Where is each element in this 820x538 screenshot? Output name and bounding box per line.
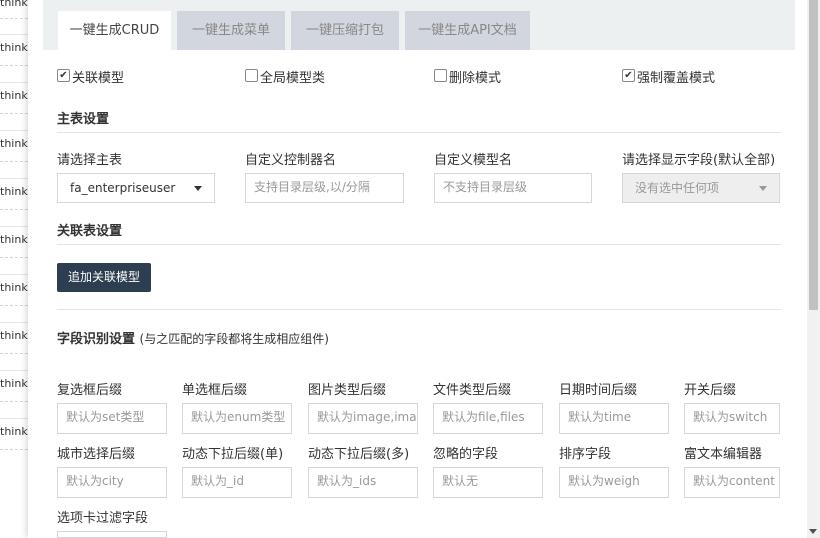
field-label: 忽略的字段 <box>433 447 499 462</box>
model-name-label: 自定义模型名 <box>434 153 513 168</box>
field-settings-subtitle: (与之匹配的字段都将生成相应组件) <box>139 332 329 346</box>
field-label: 复选框后缀 <box>57 383 123 398</box>
tab-package[interactable]: 一键压缩打包 <box>291 11 399 50</box>
main-table-value: fa_enterpriseuser <box>70 181 176 195</box>
add-relation-model-button[interactable]: 追加关联模型 <box>57 263 151 292</box>
background-item: think <box>0 377 28 390</box>
field-input[interactable]: 默认为content <box>684 467 780 498</box>
force-overwrite-checkbox[interactable]: ✔ <box>622 69 635 82</box>
background-divider <box>0 305 28 306</box>
background-divider <box>0 34 28 35</box>
chevron-down-icon <box>194 186 202 191</box>
field-input[interactable]: 默认为_ids <box>308 467 418 498</box>
scroll-down-arrow-icon[interactable] <box>809 529 817 534</box>
background-divider <box>0 370 28 371</box>
field-label: 单选框后缀 <box>182 383 248 398</box>
tab-api-docs[interactable]: 一键生成API文档 <box>405 11 530 50</box>
field-input[interactable]: 默认为switch <box>684 403 780 434</box>
relation-model-label: 关联模型 <box>72 71 125 86</box>
field-label: 选项卡过滤字段 <box>57 511 149 526</box>
field-input[interactable]: 默认为city <box>57 467 167 498</box>
background-page: think think think think think think thin… <box>0 0 29 538</box>
delete-mode-label: 删除模式 <box>449 71 502 86</box>
background-divider <box>0 353 28 354</box>
field-input[interactable]: 默认为set类型 <box>57 403 167 434</box>
field-input[interactable]: 默认为file,files <box>433 403 543 434</box>
field-settings-title: 字段识别设置 (与之匹配的字段都将生成相应组件) <box>57 328 329 347</box>
relation-model-checkbox[interactable]: ✔ <box>57 69 70 82</box>
field-input[interactable]: 默认无 <box>433 467 543 498</box>
field-label: 城市选择后缀 <box>57 447 136 462</box>
divider <box>57 132 781 133</box>
background-divider <box>0 113 28 114</box>
background-item: think <box>0 41 28 54</box>
crud-modal: 一键生成CRUD 一键生成菜单 一键压缩打包 一键生成API文档 ✔ 关联模型 … <box>28 0 807 538</box>
background-item: think <box>0 425 28 438</box>
main-table-select[interactable]: fa_enterpriseuser <box>57 173 215 203</box>
background-item: think <box>0 281 28 294</box>
background-item: think <box>0 233 28 246</box>
chevron-down-icon <box>759 186 767 191</box>
field-input[interactable] <box>57 531 167 538</box>
background-item: think <box>0 137 28 150</box>
field-input[interactable]: 默认为image,images <box>308 403 418 434</box>
background-divider <box>0 161 28 162</box>
global-model-checkbox[interactable] <box>245 69 258 82</box>
background-divider <box>0 274 28 275</box>
background-divider <box>0 65 28 66</box>
divider <box>57 309 781 310</box>
background-divider <box>0 257 28 258</box>
field-input[interactable]: 默认为time <box>559 403 669 434</box>
field-input[interactable]: 默认为weigh <box>559 467 669 498</box>
background-divider <box>0 18 28 19</box>
model-name-input[interactable]: 不支持目录层级 <box>434 173 592 203</box>
background-item: think <box>0 0 28 9</box>
background-divider <box>0 130 28 131</box>
background-divider <box>0 418 28 419</box>
field-label: 动态下拉后缀(多) <box>308 447 410 462</box>
delete-mode-checkbox[interactable] <box>434 69 447 82</box>
field-input[interactable]: 默认为enum类型 <box>182 403 292 434</box>
display-fields-select[interactable]: 没有选中任何项 <box>622 173 780 203</box>
display-fields-label: 请选择显示字段(默认全部) <box>622 153 776 168</box>
background-item: think <box>0 89 28 102</box>
scrollbar[interactable] <box>807 0 820 538</box>
display-fields-value: 没有选中任何项 <box>635 181 720 195</box>
background-divider <box>0 401 28 402</box>
force-overwrite-label: 强制覆盖模式 <box>637 71 716 86</box>
divider <box>57 244 781 245</box>
global-model-label: 全局模型类 <box>260 71 326 86</box>
field-label: 文件类型后缀 <box>433 383 512 398</box>
background-item: think <box>0 329 28 342</box>
background-divider <box>0 178 28 179</box>
background-divider <box>0 226 28 227</box>
tab-bar: 一键生成CRUD 一键生成菜单 一键压缩打包 一键生成API文档 <box>43 0 795 50</box>
background-divider <box>0 209 28 210</box>
field-label: 开关后缀 <box>684 383 737 398</box>
tab-crud[interactable]: 一键生成CRUD <box>58 11 171 50</box>
field-settings-title-text: 字段识别设置 <box>57 332 136 347</box>
background-divider <box>0 322 28 323</box>
controller-name-label: 自定义控制器名 <box>245 153 337 168</box>
field-label: 排序字段 <box>559 447 612 462</box>
relation-settings-title: 关联表设置 <box>57 224 123 239</box>
controller-name-input[interactable]: 支持目录层级,以/分隔 <box>245 173 404 203</box>
background-divider <box>0 449 28 450</box>
tab-menu[interactable]: 一键生成菜单 <box>177 11 285 50</box>
field-label: 动态下拉后缀(单) <box>182 447 284 462</box>
field-label: 图片类型后缀 <box>308 383 387 398</box>
scrollbar-thumb[interactable] <box>809 0 818 310</box>
main-table-label: 请选择主表 <box>57 153 123 168</box>
background-divider <box>0 82 28 83</box>
field-label: 日期时间后缀 <box>559 383 638 398</box>
background-item: think <box>0 185 28 198</box>
field-label: 富文本编辑器 <box>684 447 763 462</box>
main-settings-title: 主表设置 <box>57 112 110 127</box>
field-input[interactable]: 默认为_id <box>182 467 292 498</box>
